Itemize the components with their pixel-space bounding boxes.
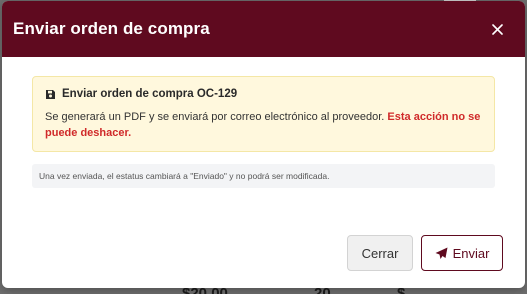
send-button-label: Enviar: [452, 245, 490, 261]
close-modal-button[interactable]: Cerrar: [347, 235, 413, 271]
send-button[interactable]: Enviar: [421, 235, 503, 271]
send-order-modal: Enviar orden de compra Enviar orden de c…: [2, 1, 525, 288]
close-icon: [491, 23, 503, 35]
alert-title: Enviar orden de compra OC-129: [62, 88, 238, 100]
status-note: Una vez enviada, el estatus cambiará a "…: [32, 164, 495, 188]
modal-header: Enviar orden de compra: [2, 1, 525, 57]
paper-plane-icon: [435, 247, 448, 259]
alert-title-row: Enviar orden de compra OC-129: [45, 88, 482, 100]
alert-description: Se generará un PDF y se enviará por corr…: [45, 111, 385, 123]
modal-body: Enviar orden de compra OC-129 Se generar…: [2, 57, 525, 188]
alert-text: Se generará un PDF y se enviará por corr…: [45, 109, 482, 141]
warning-alert: Enviar orden de compra OC-129 Se generar…: [32, 76, 495, 152]
close-button[interactable]: [487, 19, 507, 39]
modal-title: Enviar orden de compra: [13, 19, 210, 38]
modal-footer: Cerrar Enviar: [347, 235, 503, 271]
save-icon: [46, 89, 55, 99]
